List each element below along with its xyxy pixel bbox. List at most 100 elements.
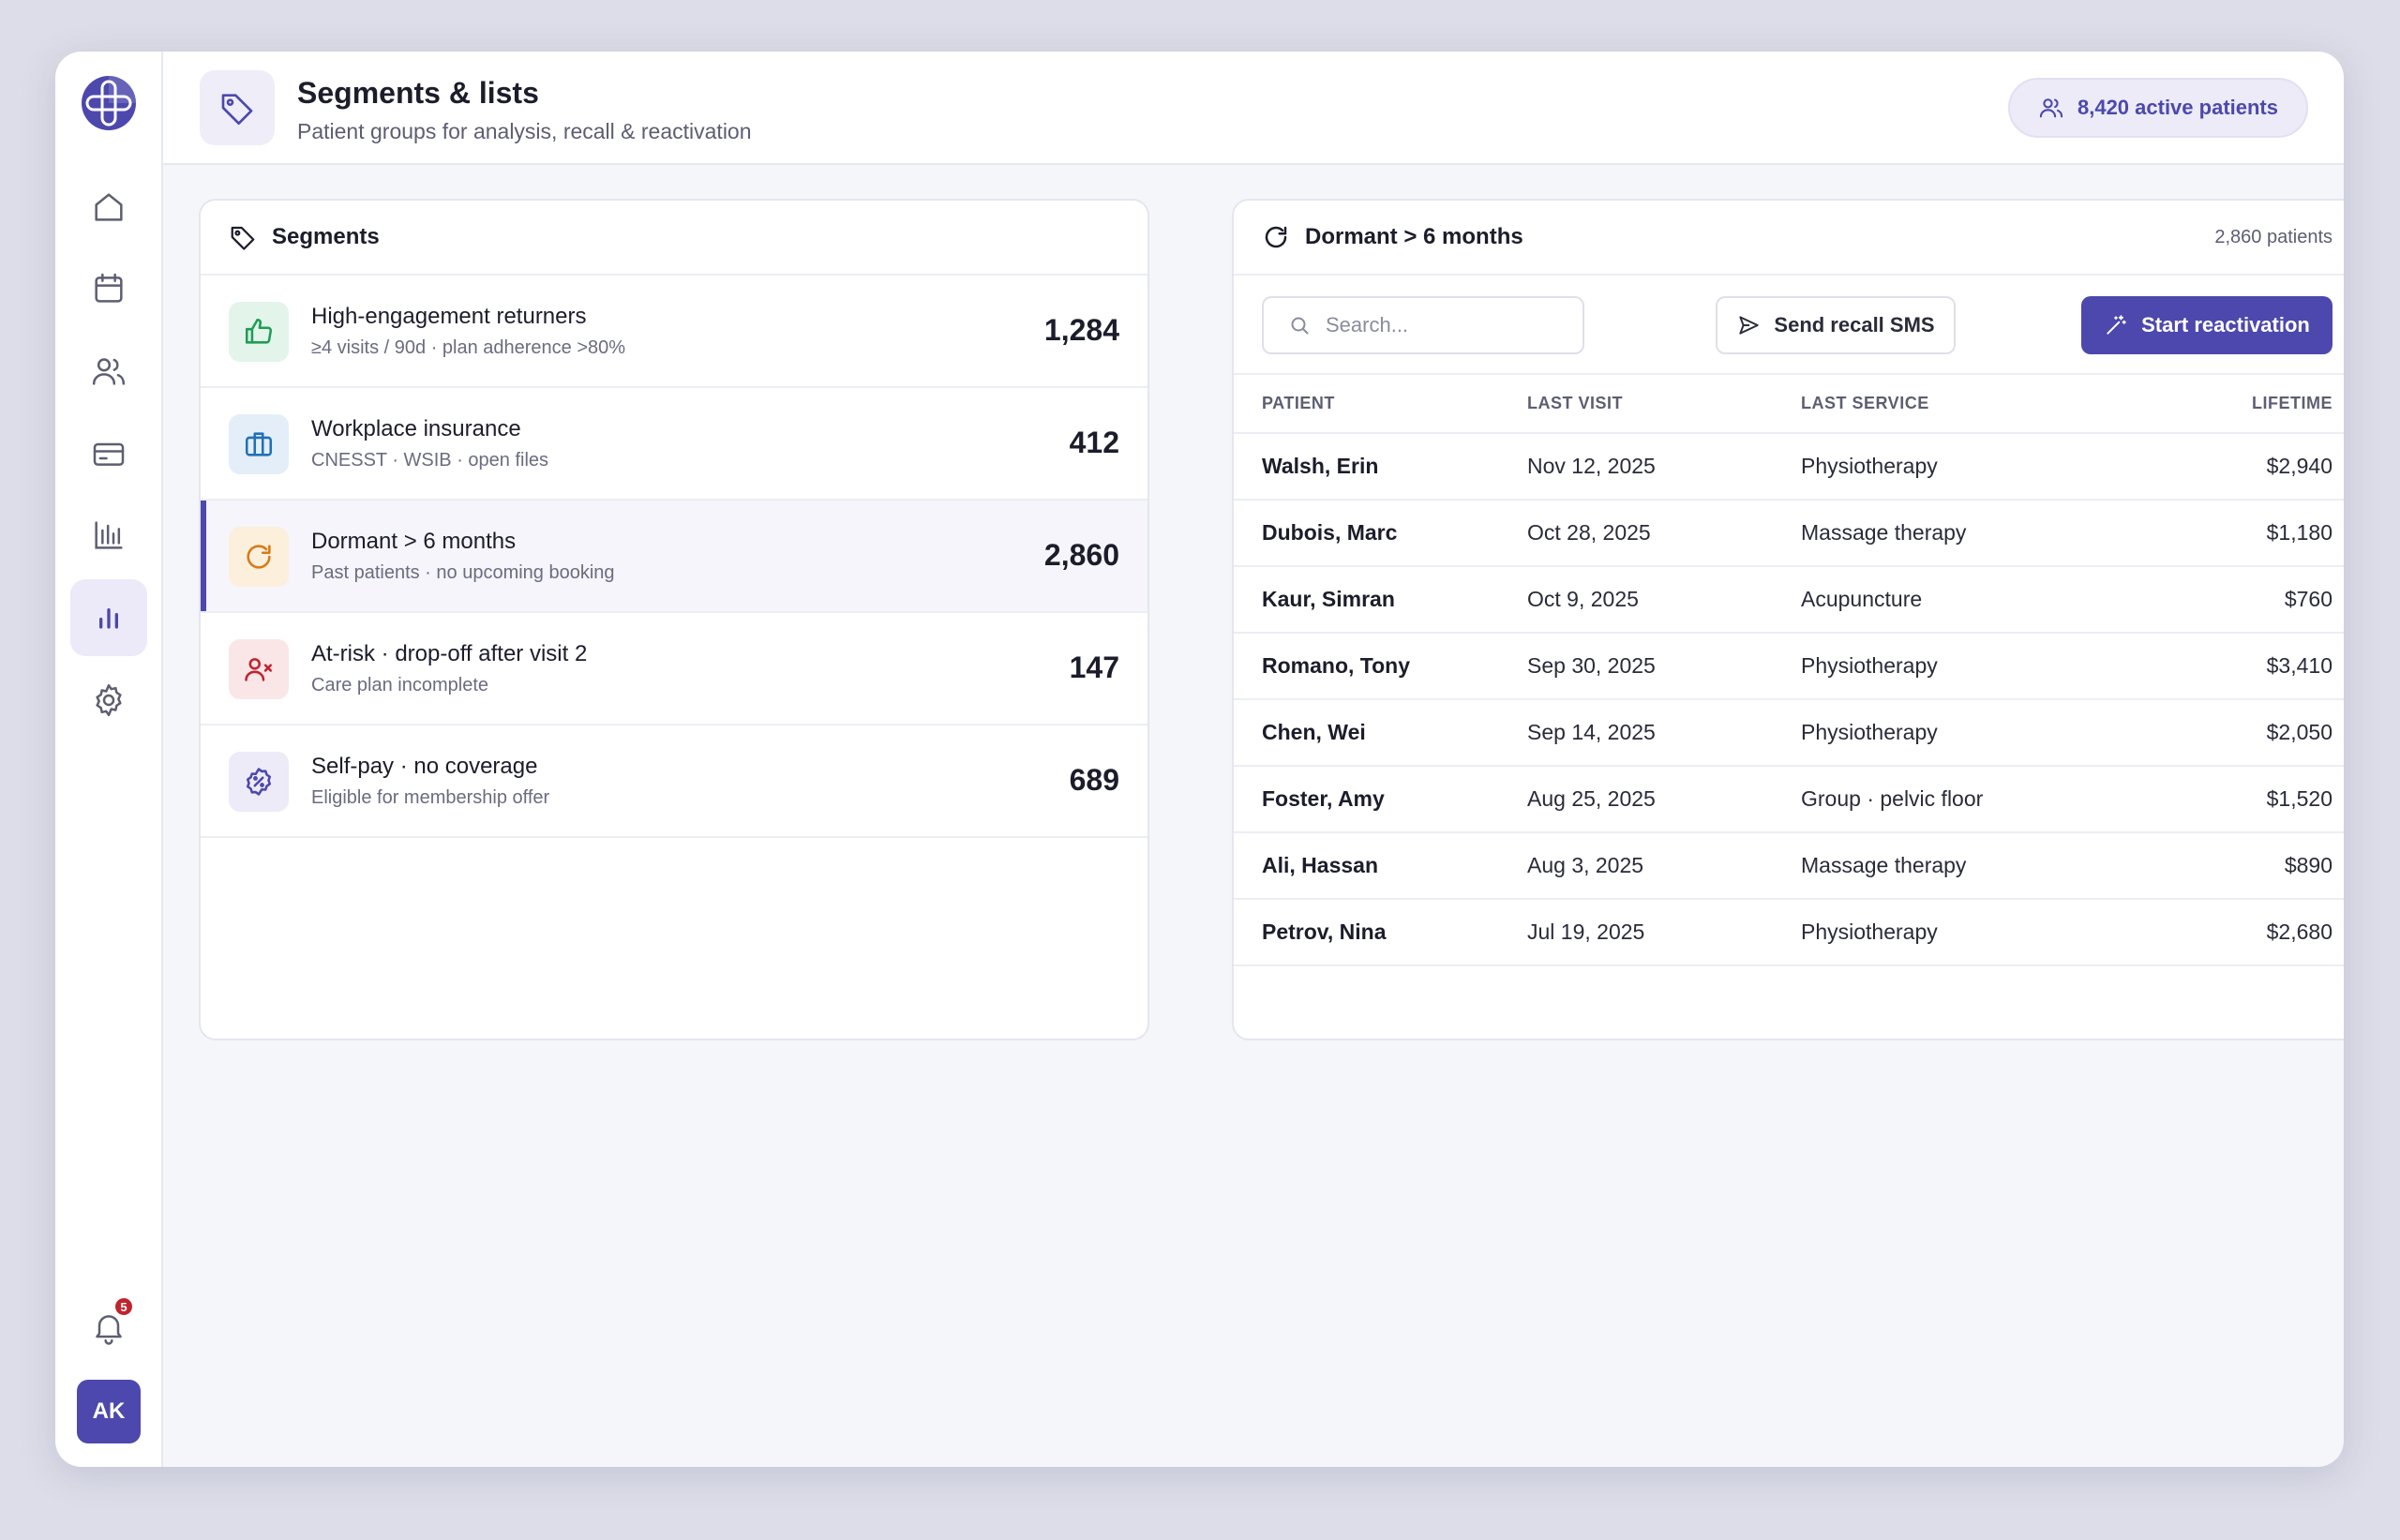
last-service: Massage therapy xyxy=(1801,832,2082,900)
segment-count: 412 xyxy=(1069,426,1119,459)
patient-name: Walsh, Erin xyxy=(1234,433,1527,501)
column-header-patient[interactable]: PATIENT xyxy=(1234,375,1527,434)
search-icon xyxy=(1291,317,1309,335)
tag-icon-tile xyxy=(200,70,275,145)
user-avatar[interactable]: AK xyxy=(77,1380,141,1443)
segment-description: Care plan incomplete xyxy=(311,675,488,695)
last-service: Physiotherapy xyxy=(1801,433,2082,501)
patient-name: Chen, Wei xyxy=(1234,699,1527,767)
segment-description: Past patients · no upcoming booking xyxy=(311,562,615,583)
clinic-logo[interactable] xyxy=(80,74,138,132)
tag-icon xyxy=(221,94,253,126)
last-service: Massage therapy xyxy=(1801,500,2082,567)
segment-icon-tile xyxy=(229,527,289,587)
table-row[interactable]: Dubois, Marc Oct 28, 2025 Massage therap… xyxy=(1234,500,2344,567)
page-subtitle: Patient groups for analysis, recall & re… xyxy=(297,119,752,143)
search-input[interactable] xyxy=(1326,313,1569,337)
segment-description: ≥4 visits / 90d · plan adherence >80% xyxy=(311,337,626,358)
column-header-last-service[interactable]: LAST SERVICE xyxy=(1801,375,2082,434)
last-service: Physiotherapy xyxy=(1801,699,2082,767)
billing-icon xyxy=(93,442,125,466)
lifetime-value: $1,180 xyxy=(2082,500,2344,567)
active-patients-label: 8,420 active patients xyxy=(2077,96,2278,119)
segment-detail-panel: Dormant > 6 months 2,860 patients Send r… xyxy=(1232,199,2344,1040)
segment-icon-tile xyxy=(229,302,289,362)
segment-icon-tile xyxy=(229,639,289,699)
nav-reports[interactable] xyxy=(70,497,147,574)
nav-settings[interactable] xyxy=(70,662,147,739)
magic-wand-icon xyxy=(2107,315,2126,335)
segment-count: 147 xyxy=(1069,650,1119,684)
segment-name: High-engagement returners xyxy=(311,304,587,329)
app-window: 5 AK Segments & lists Patient groups for… xyxy=(55,52,2344,1467)
patient-name: Kaur, Simran xyxy=(1234,566,1527,634)
last-visit: Aug 3, 2025 xyxy=(1527,832,1801,900)
segment-name: Self-pay · no coverage xyxy=(311,754,538,779)
table-row[interactable]: Chen, Wei Sep 14, 2025 Physiotherapy $2,… xyxy=(1234,699,2344,767)
last-visit: Sep 30, 2025 xyxy=(1527,633,1801,700)
segment-name: At-risk · drop-off after visit 2 xyxy=(311,641,588,666)
table-row[interactable]: Kaur, Simran Oct 9, 2025 Acupuncture $76… xyxy=(1234,566,2344,634)
last-visit: Oct 9, 2025 xyxy=(1527,566,1801,634)
segment-description: CNESST · WSIB · open files xyxy=(311,450,549,471)
lifetime-value: $2,680 xyxy=(2082,899,2344,966)
segment-icon-tile xyxy=(229,414,289,474)
reports-icon xyxy=(95,521,123,549)
segment-item-high-engagement[interactable]: High-engagement returners ≥4 visits / 90… xyxy=(201,276,1148,388)
column-header-lifetime[interactable]: LIFETIME xyxy=(2082,375,2344,434)
segment-icon-tile xyxy=(229,752,289,812)
start-reactivation-button[interactable]: Start reactivation xyxy=(2081,296,2332,354)
calendar-icon xyxy=(95,273,123,303)
patient-name: Dubois, Marc xyxy=(1234,500,1527,567)
table-row[interactable]: Romano, Tony Sep 30, 2025 Physiotherapy … xyxy=(1234,633,2344,700)
last-service: Group · pelvic floor xyxy=(1801,766,2082,833)
send-recall-sms-label: Send recall SMS xyxy=(1774,313,1935,336)
send-icon xyxy=(1739,316,1760,335)
table-row[interactable]: Walsh, Erin Nov 12, 2025 Physiotherapy $… xyxy=(1234,433,2344,501)
segment-item-self-pay[interactable]: Self-pay · no coverage Eligible for memb… xyxy=(201,725,1148,838)
search-box[interactable] xyxy=(1262,296,1584,354)
segment-count: 2,860 xyxy=(1043,538,1119,572)
table-row[interactable]: Foster, Amy Aug 25, 2025 Group · pelvic … xyxy=(1234,766,2344,833)
last-visit: Sep 14, 2025 xyxy=(1527,699,1801,767)
page-title: Segments & lists xyxy=(297,76,539,110)
lifetime-value: $890 xyxy=(2082,832,2344,900)
tag-icon xyxy=(231,226,255,250)
patient-name: Ali, Hassan xyxy=(1234,832,1527,900)
table-row[interactable]: Ali, Hassan Aug 3, 2025 Massage therapy … xyxy=(1234,832,2344,900)
send-recall-sms-button[interactable]: Send recall SMS xyxy=(1716,296,1956,354)
last-visit: Jul 19, 2025 xyxy=(1527,899,1801,966)
patient-table: PATIENT LAST VISIT LAST SERVICE LIFETIME… xyxy=(1234,375,2344,966)
briefcase-icon xyxy=(245,432,273,456)
user-x-icon xyxy=(245,658,273,681)
column-header-last-visit[interactable]: LAST VISIT xyxy=(1527,375,1801,434)
home-icon xyxy=(95,193,123,221)
nav-home[interactable] xyxy=(70,169,147,246)
nav-segments[interactable] xyxy=(70,579,147,656)
segment-item-at-risk[interactable]: At-risk · drop-off after visit 2 Care pl… xyxy=(201,613,1148,725)
segment-description: Eligible for membership offer xyxy=(311,787,550,808)
last-visit: Nov 12, 2025 xyxy=(1527,433,1801,501)
segment-count: 1,284 xyxy=(1043,313,1119,347)
sidebar-rail: 5 AK xyxy=(55,52,163,1467)
gear-icon xyxy=(96,683,122,717)
lifetime-value: $760 xyxy=(2082,566,2344,634)
patient-name: Romano, Tony xyxy=(1234,633,1527,700)
nav-billing[interactable] xyxy=(70,415,147,492)
refresh-icon xyxy=(1265,226,1287,248)
table-header-row: PATIENT LAST VISIT LAST SERVICE LIFETIME xyxy=(1234,375,2344,434)
lifetime-value: $2,050 xyxy=(2082,699,2344,767)
detail-toolbar: Send recall SMS Start reactivation xyxy=(1234,276,2344,375)
segments-panel: Segments High-engagement returners ≥4 vi… xyxy=(199,199,1149,1040)
segment-item-dormant[interactable]: Dormant > 6 months Past patients · no up… xyxy=(201,501,1148,613)
main-content: Segments & lists Patient groups for anal… xyxy=(163,52,2344,1467)
patients-icon xyxy=(92,358,126,385)
nav-patients[interactable] xyxy=(70,333,147,410)
lifetime-value: $1,520 xyxy=(2082,766,2344,833)
detail-patient-count: 2,860 patients xyxy=(2214,226,2332,247)
nav-calendar[interactable] xyxy=(70,250,147,327)
lifetime-value: $3,410 xyxy=(2082,633,2344,700)
segment-item-workplace-insurance[interactable]: Workplace insurance CNESST · WSIB · open… xyxy=(201,388,1148,501)
table-row[interactable]: Petrov, Nina Jul 19, 2025 Physiotherapy … xyxy=(1234,899,2344,966)
active-patients-pill[interactable]: 8,420 active patients xyxy=(2007,78,2308,138)
